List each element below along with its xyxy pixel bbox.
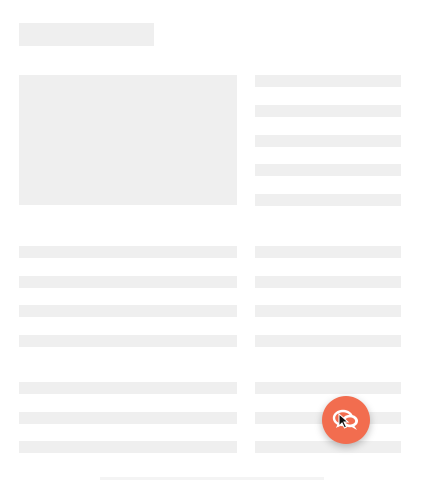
skeleton-line	[255, 194, 401, 206]
skeleton-line	[255, 164, 401, 176]
skeleton-line	[19, 412, 237, 424]
skeleton-line	[255, 335, 401, 347]
skeleton-line	[255, 382, 401, 394]
skeleton-hero-image	[19, 75, 237, 205]
skeleton-line	[255, 246, 401, 258]
skeleton-line	[19, 246, 237, 258]
skeleton-line	[19, 335, 237, 347]
arrow-pointer-icon	[338, 413, 350, 429]
skeleton-line	[255, 135, 401, 147]
loading-page	[0, 0, 422, 480]
skeleton-line	[19, 382, 237, 394]
skeleton-line	[19, 276, 237, 288]
skeleton-title	[19, 23, 154, 46]
skeleton-line	[255, 441, 401, 453]
skeleton-line	[255, 305, 401, 317]
skeleton-line	[255, 75, 401, 87]
skeleton-line	[19, 305, 237, 317]
skeleton-line	[255, 276, 401, 288]
skeleton-line	[255, 105, 401, 117]
skeleton-line	[19, 441, 237, 453]
